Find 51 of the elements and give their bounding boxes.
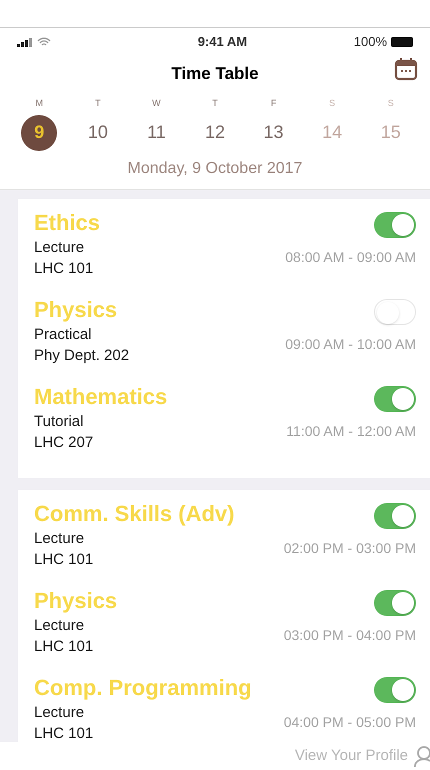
- course-title: Mathematics: [34, 382, 168, 410]
- time-range: 08:00 AM - 09:00 AM: [285, 248, 416, 266]
- toggle-switch[interactable]: [374, 386, 416, 412]
- time-range: 02:00 PM - 03:00 PM: [284, 538, 416, 558]
- time-range: 09:00 AM - 10:00 AM: [285, 334, 416, 354]
- weekday-letter: M: [36, 97, 44, 110]
- toggle-switch[interactable]: [374, 298, 416, 324]
- weekday-letter: S: [329, 97, 336, 110]
- wifi-icon: [37, 36, 51, 46]
- course-title: Physics: [34, 586, 118, 614]
- day-number[interactable]: 10: [80, 114, 116, 150]
- selected-date: Monday, 9 October 2017: [128, 158, 302, 178]
- day-number[interactable]: 9: [21, 114, 58, 150]
- course-title: Physics: [34, 296, 118, 324]
- room-label: Phy Dept. 202: [34, 346, 130, 366]
- session-type: Lecture: [34, 616, 86, 636]
- calendar-icon[interactable]: [394, 57, 418, 81]
- day-number[interactable]: 12: [197, 114, 233, 150]
- day-number[interactable]: 11: [138, 114, 174, 150]
- time-range: 03:00 PM - 04:00 PM: [284, 626, 416, 644]
- session-type: Lecture: [34, 528, 86, 548]
- toggle-switch[interactable]: [374, 676, 416, 702]
- room-label: LHC 101: [34, 724, 94, 744]
- room-label: LHC 101: [34, 636, 94, 656]
- session-type: Tutorial: [34, 412, 84, 432]
- day-number[interactable]: 13: [256, 114, 292, 150]
- weekday-letter: W: [152, 97, 161, 110]
- toggle-switch[interactable]: [374, 502, 416, 528]
- weekday-letter: T: [95, 97, 101, 110]
- time-range: 11:00 AM - 12:00 AM: [286, 422, 416, 440]
- toggle-switch[interactable]: [374, 590, 416, 616]
- weekday-letter: T: [212, 97, 218, 110]
- session-type: Practical: [34, 324, 93, 344]
- weekday-letter: F: [270, 97, 276, 110]
- room-label: LHC 101: [34, 258, 94, 278]
- course-title: Ethics: [34, 208, 100, 236]
- room-label: LHC 207: [34, 432, 94, 452]
- page-title: Time Table: [171, 63, 259, 86]
- session-type: Lecture: [34, 238, 86, 258]
- battery-icon: [391, 36, 413, 46]
- session-type: Lecture: [34, 702, 86, 722]
- battery-percentage: 100%: [354, 32, 387, 51]
- room-label: LHC 101: [34, 550, 94, 570]
- toggle-switch[interactable]: [374, 212, 416, 238]
- signal-icon: [17, 36, 33, 46]
- course-title: Comm. Skills (Adv): [34, 500, 234, 528]
- time-range: 04:00 PM - 05:00 PM: [284, 712, 416, 732]
- course-title: Comp. Programming: [34, 674, 252, 702]
- weekday-letter: S: [388, 97, 394, 110]
- person-icon[interactable]: [414, 745, 430, 767]
- status-time: 9:41 AM: [198, 32, 248, 51]
